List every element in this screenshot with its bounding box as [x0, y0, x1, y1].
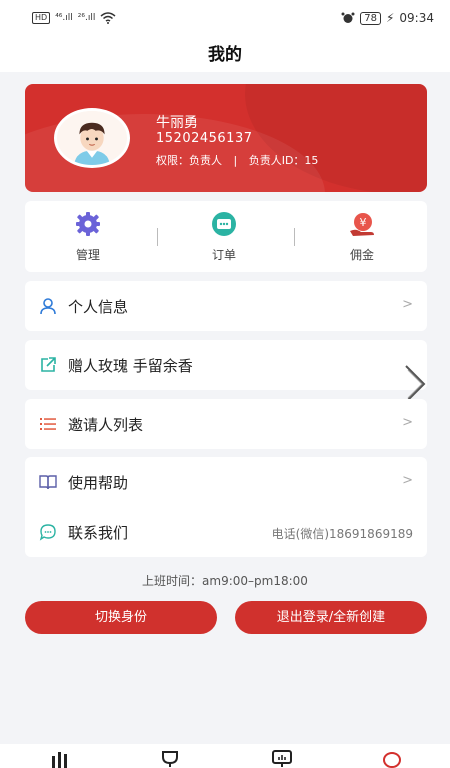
avatar-boy-icon — [57, 111, 127, 165]
quick-action-manage[interactable]: 管理 — [33, 201, 143, 272]
hd-badge: HD — [32, 12, 51, 24]
menu-card-help-contact: 使用帮助 > 联系我们 电话(微信)18691869189 — [25, 457, 427, 557]
menu-item-invite-list[interactable]: 邀请人列表 > — [25, 399, 427, 449]
book-icon — [39, 475, 57, 490]
menu-label: 邀请人列表 — [68, 416, 144, 434]
avatar[interactable] — [54, 108, 130, 168]
menu-card-personal-info: 个人信息 > — [25, 281, 427, 331]
signal-icon-2: ²⁶.ıll — [77, 13, 96, 23]
user-name: 牛丽勇 — [156, 115, 198, 131]
clock-time: 09:34 — [399, 11, 434, 25]
signal-icon: ⁴⁶.ıll — [55, 13, 73, 23]
chat-icon — [39, 524, 56, 541]
quick-action-label: 订单 — [211, 248, 236, 262]
quick-action-commission[interactable]: ¥ 佣金 — [307, 201, 417, 272]
bars-icon[interactable] — [46, 748, 74, 768]
user-permission-line: 权限：负责人 | 负责人ID：15 — [156, 152, 318, 168]
work-time-text: 上班时间：am9:00–pm18:00 — [142, 574, 308, 588]
divider — [157, 228, 158, 246]
menu-label: 联系我们 — [68, 524, 129, 542]
quick-actions-card: 管理 订单 ¥ 佣金 — [25, 201, 427, 272]
status-left: HD ⁴⁶.ıll ²⁶.ıll — [32, 12, 116, 24]
separator: | — [233, 154, 238, 167]
menu-card-gift: 赠人玫瑰 手留余香 — [25, 340, 427, 390]
menu-card-invite-list: 邀请人列表 > — [25, 399, 427, 449]
permission-label: 权限：负责人 — [156, 154, 222, 167]
quick-action-label: 管理 — [75, 248, 100, 262]
status-bar: HD ⁴⁶.ıll ²⁶.ıll 78 ⚡ 09:34 — [0, 0, 450, 36]
alarm-icon — [341, 12, 355, 23]
logout-button[interactable]: 退出登录/全新创建 — [235, 601, 427, 634]
quick-action-orders[interactable]: 订单 — [169, 201, 279, 272]
user-icon — [40, 298, 56, 315]
chevron-right-icon: > — [402, 473, 413, 488]
menu-item-gift[interactable]: 赠人玫瑰 手留余香 — [25, 340, 427, 390]
chevron-right-icon: > — [402, 297, 413, 312]
menu-label: 使用帮助 — [68, 474, 129, 492]
commission-icon: ¥ — [350, 213, 374, 236]
list-icon — [40, 418, 56, 430]
svg-text:¥: ¥ — [360, 216, 367, 229]
menu-item-contact[interactable]: 联系我们 电话(微信)18691869189 — [25, 507, 427, 557]
contact-phone-value: 电话(微信)18691869189 — [271, 527, 413, 541]
message-board-icon[interactable] — [268, 748, 296, 768]
page-title: 我的 — [208, 45, 242, 65]
bottom-nav — [0, 744, 450, 768]
switch-identity-button[interactable]: 切换身份 — [25, 601, 217, 634]
battery-level: 78 — [360, 11, 381, 25]
quick-action-label: 佣金 — [349, 248, 374, 262]
profile-card: 牛丽勇 15202456137 权限：负责人 | 负责人ID：15 — [25, 84, 427, 192]
divider — [294, 228, 295, 246]
share-icon — [41, 357, 56, 372]
menu-item-personal-info[interactable]: 个人信息 > — [25, 281, 427, 331]
wifi-icon — [100, 12, 116, 24]
owner-id-label: 负责人ID：15 — [248, 154, 319, 167]
status-right: 78 ⚡ 09:34 — [341, 11, 434, 25]
trophy-icon[interactable] — [156, 748, 184, 768]
profile-tab-icon[interactable] — [378, 748, 406, 768]
chevron-right-icon: > — [402, 415, 413, 430]
charging-icon: ⚡ — [385, 11, 395, 25]
order-icon — [212, 212, 236, 236]
menu-label: 赠人玫瑰 手留余香 — [68, 357, 193, 375]
user-phone: 15202456137 — [156, 131, 253, 146]
menu-label: 个人信息 — [68, 298, 129, 316]
gear-icon — [76, 212, 100, 236]
menu-item-help[interactable]: 使用帮助 > — [25, 457, 427, 507]
